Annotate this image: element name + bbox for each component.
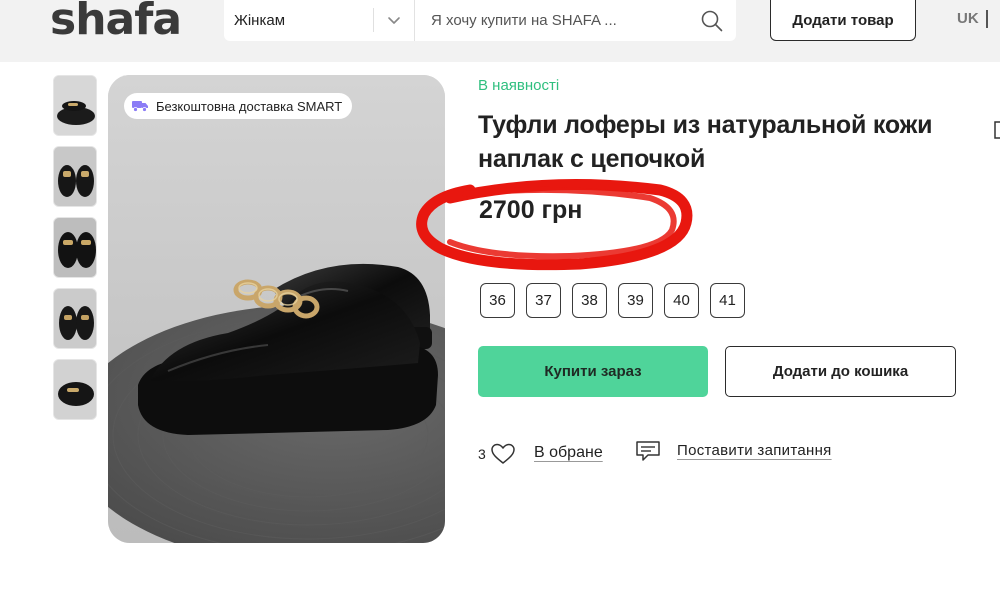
product-title: Туфли лоферы из натуральной кожи наплак … bbox=[478, 111, 933, 173]
size-option[interactable]: 36 bbox=[480, 283, 515, 318]
availability-status: В наявності bbox=[478, 77, 560, 94]
truck-icon bbox=[132, 101, 148, 112]
add-item-button[interactable]: Додати товар bbox=[770, 0, 916, 41]
category-select-label: Жінкам bbox=[234, 12, 286, 29]
search-button[interactable] bbox=[688, 0, 736, 41]
size-option[interactable]: 39 bbox=[618, 283, 653, 318]
chat-icon bbox=[636, 441, 660, 461]
shoe-photo-thumb bbox=[54, 218, 96, 277]
add-to-cart-button[interactable]: Додати до кошика bbox=[725, 346, 956, 397]
search-icon bbox=[701, 10, 723, 31]
clipped-icon bbox=[994, 121, 1000, 139]
favorites-count: 3 bbox=[478, 446, 486, 462]
site-header: shafa Жінкам Додати товар UK bbox=[0, 0, 1000, 62]
size-option[interactable]: 41 bbox=[710, 283, 745, 318]
thumbnail-5[interactable] bbox=[53, 359, 97, 420]
product-price: 2700 грн bbox=[479, 196, 583, 224]
delivery-badge-label: Безкоштовна доставка SMART bbox=[156, 98, 343, 114]
ask-question-link[interactable]: Поставити запитання bbox=[677, 442, 832, 459]
add-to-favorites-link[interactable]: В обране bbox=[534, 444, 603, 462]
thumbnail-4[interactable] bbox=[53, 288, 97, 349]
site-logo[interactable]: shafa bbox=[50, 0, 182, 45]
language-switch[interactable]: UK bbox=[957, 10, 979, 27]
size-selector: 36 37 38 39 40 41 bbox=[480, 283, 756, 318]
search-bar: Жінкам bbox=[224, 0, 736, 41]
thumbnail-2[interactable] bbox=[53, 146, 97, 207]
thumbnail-1[interactable] bbox=[53, 75, 97, 136]
heart-icon[interactable] bbox=[490, 442, 516, 466]
thumbnail-list bbox=[53, 75, 97, 430]
shoe-photo-thumb bbox=[54, 360, 96, 419]
thumbnail-3[interactable] bbox=[53, 217, 97, 278]
delivery-badge: Безкоштовна доставка SMART bbox=[124, 93, 353, 119]
loafer-photo bbox=[108, 75, 445, 543]
shoe-photo-thumb bbox=[54, 76, 96, 135]
size-option[interactable]: 37 bbox=[526, 283, 561, 318]
language-divider bbox=[986, 10, 988, 28]
shoe-photo-thumb bbox=[54, 147, 96, 206]
buy-now-button[interactable]: Купити зараз bbox=[478, 346, 708, 397]
size-option[interactable]: 40 bbox=[664, 283, 699, 318]
size-option[interactable]: 38 bbox=[572, 283, 607, 318]
category-select[interactable]: Жінкам bbox=[224, 0, 415, 41]
main-product-image[interactable]: Безкоштовна доставка SMART bbox=[108, 75, 445, 543]
chevron-down-icon bbox=[388, 17, 400, 24]
shoe-photo-thumb bbox=[54, 289, 96, 348]
search-input[interactable] bbox=[415, 0, 688, 41]
category-divider bbox=[373, 8, 374, 32]
